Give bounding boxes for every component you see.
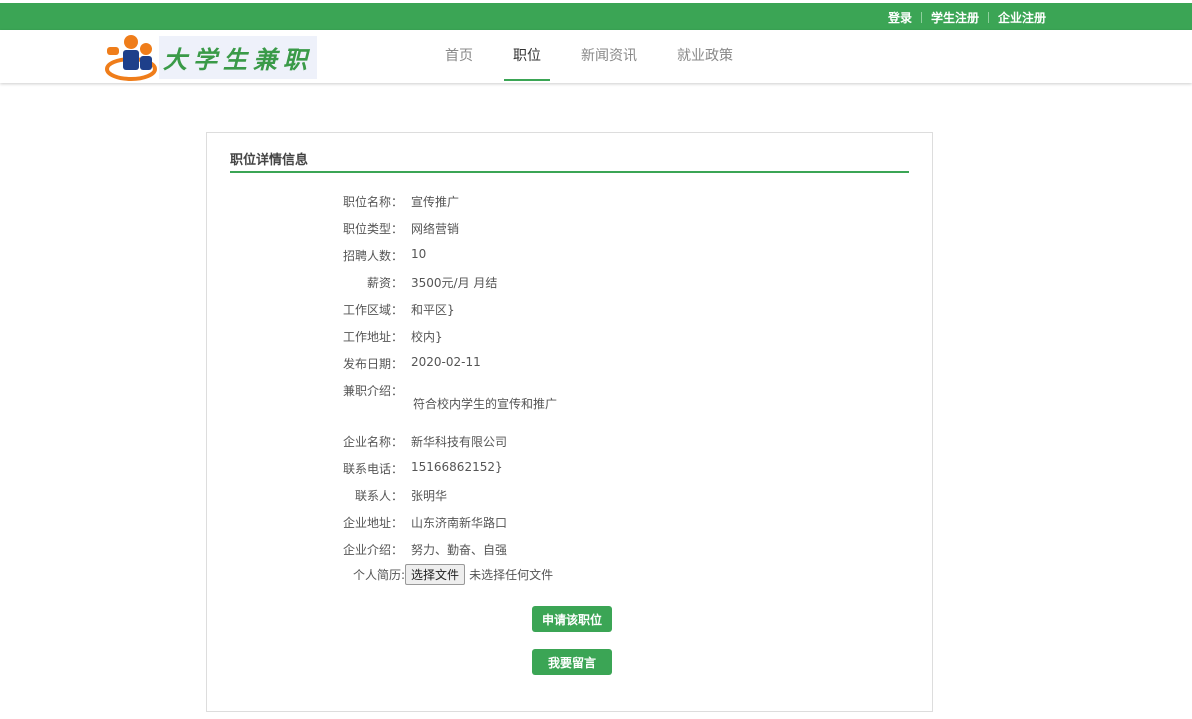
field-value: 3500元/月 月结 — [411, 276, 498, 290]
file-status: 未选择任何文件 — [469, 568, 554, 582]
header: 大学生兼职 首页 职位 新闻资讯 就业政策 — [0, 30, 1192, 83]
nav-home[interactable]: 首页 — [436, 30, 482, 81]
divider — [920, 12, 922, 23]
field-value: 和平区} — [411, 303, 455, 317]
divider — [987, 12, 989, 23]
field-value: 网络营销 — [411, 222, 460, 236]
field-label: 企业地址： — [342, 516, 403, 530]
nav-policy[interactable]: 就业政策 — [668, 30, 742, 81]
field-label: 联系人： — [354, 489, 403, 503]
company-field-row: 企业介绍： 努力、勤奋、自强 — [307, 541, 507, 558]
company-field-row: 联系电话： 15166862152} — [307, 460, 503, 477]
logo[interactable]: 大学生兼职 — [103, 33, 317, 81]
choose-file-button[interactable]: 选择文件 — [405, 564, 466, 585]
logo-mascot-icon — [105, 35, 157, 81]
logo-text: 大学生兼职 — [159, 35, 317, 79]
job-field-row: 发布日期： 2020-02-11 — [307, 355, 481, 372]
student-register-link[interactable]: 学生注册 — [931, 9, 979, 26]
field-label: 企业介绍： — [342, 543, 403, 557]
company-field-row: 联系人： 张明华 — [307, 487, 447, 504]
field-value: 15166862152} — [411, 460, 503, 474]
field-value: 山东济南新华路口 — [411, 516, 508, 530]
field-label: 职位类型： — [342, 222, 403, 236]
job-intro-text: 符合校内学生的宣传和推广 — [413, 397, 558, 411]
field-value: 宣传推广 — [411, 195, 460, 209]
job-field-row: 工作地址： 校内} — [307, 328, 443, 345]
job-field-row: 薪资： 3500元/月 月结 — [307, 274, 497, 291]
nav-jobs[interactable]: 职位 — [504, 30, 550, 81]
company-register-link[interactable]: 企业注册 — [998, 9, 1046, 26]
field-label: 企业名称： — [342, 435, 403, 449]
main-nav: 首页 职位 新闻资讯 就业政策 — [436, 30, 764, 81]
field-value: 努力、勤奋、自强 — [411, 543, 508, 557]
field-value: 新华科技有限公司 — [411, 435, 508, 449]
job-field-row: 招聘人数： 10 — [307, 247, 426, 264]
resume-upload: 个人简历: 选择文件 未选择任何文件 — [353, 564, 553, 585]
job-field-row: 兼职介绍： — [307, 382, 411, 399]
resume-label: 个人简历: — [353, 568, 406, 582]
field-label: 薪资： — [366, 276, 403, 290]
field-label: 工作地址： — [342, 330, 403, 344]
apply-job-button[interactable]: 申请该职位 — [532, 606, 612, 632]
field-value: 10 — [411, 247, 427, 261]
login-link[interactable]: 登录 — [888, 9, 912, 26]
company-field-row: 企业地址： 山东济南新华路口 — [307, 514, 507, 531]
job-field-row: 工作区域： 和平区} — [307, 301, 455, 318]
field-value: 2020-02-11 — [411, 355, 481, 369]
field-value: 张明华 — [411, 489, 448, 503]
job-field-row: 职位名称： 宣传推广 — [307, 193, 459, 210]
job-detail-card: 职位详情信息 职位名称： 宣传推广 职位类型： 网络营销 招聘人数： 10 薪资： 3500元… — [206, 132, 933, 712]
leave-message-button[interactable]: 我要留言 — [532, 649, 612, 675]
field-label: 工作区域： — [342, 303, 403, 317]
card-title: 职位详情信息 — [230, 149, 909, 173]
field-label: 兼职介绍： — [342, 384, 403, 398]
company-field-row: 企业名称： 新华科技有限公司 — [307, 433, 507, 450]
job-field-row: 职位类型： 网络营销 — [307, 220, 459, 237]
field-label: 发布日期： — [342, 357, 403, 371]
field-value: 校内} — [411, 330, 443, 344]
nav-news[interactable]: 新闻资讯 — [572, 30, 646, 81]
top-bar: 登录 学生注册 企业注册 — [0, 3, 1192, 30]
field-label: 联系电话： — [342, 462, 403, 476]
field-label: 职位名称： — [342, 195, 403, 209]
field-label: 招聘人数： — [342, 249, 403, 263]
